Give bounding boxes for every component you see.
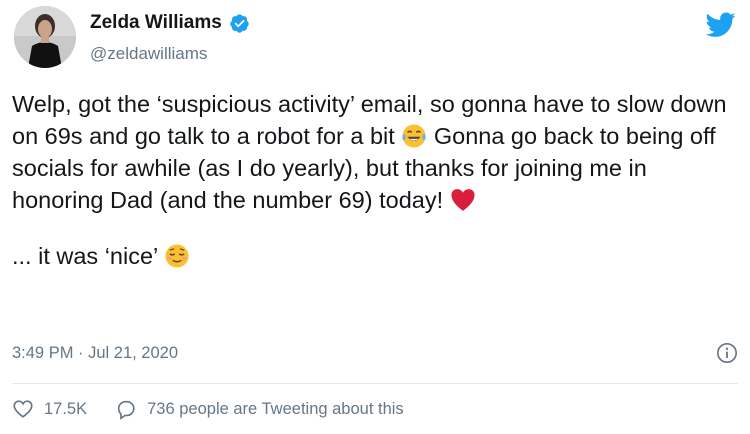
tweet-text-segment: ... it was ‘nice’ [12, 243, 164, 269]
twitter-bird-icon[interactable] [706, 12, 736, 38]
tweet-paragraph-2: ... it was ‘nice’ [12, 240, 738, 272]
face-with-tears-of-joy-icon [402, 124, 427, 148]
avatar[interactable] [14, 6, 76, 68]
author-name-row: Zelda Williams [90, 12, 250, 34]
relieved-face-icon [165, 244, 189, 268]
handle[interactable]: @zeldawilliams [90, 44, 207, 64]
tweet-paragraph-1: Welp, got the ‘suspicious activity’ emai… [12, 88, 738, 216]
tweet-timestamp[interactable]: 3:49 PM · Jul 21, 2020 [12, 342, 178, 364]
conversation-link[interactable]: 736 people are Tweeting about this [115, 398, 404, 420]
display-name[interactable]: Zelda Williams [90, 12, 222, 34]
tweet-text: Welp, got the ‘suspicious activity’ emai… [12, 88, 738, 272]
speech-bubble-icon [117, 400, 135, 420]
heart-outline-icon [13, 400, 33, 418]
red-heart-icon [451, 189, 475, 211]
conversation-text: 736 people are Tweeting about this [147, 399, 404, 418]
like-button[interactable]: 17.5K [12, 398, 87, 420]
divider [12, 383, 738, 384]
tweet-card: Zelda Williams @zeldawilliams Welp, got … [0, 0, 750, 434]
tweet-actions: 17.5K 736 people are Tweeting about this [12, 398, 404, 420]
avatar-image [14, 6, 76, 68]
like-count: 17.5K [44, 399, 88, 418]
info-icon[interactable] [716, 342, 738, 364]
verified-badge-icon [230, 13, 249, 33]
